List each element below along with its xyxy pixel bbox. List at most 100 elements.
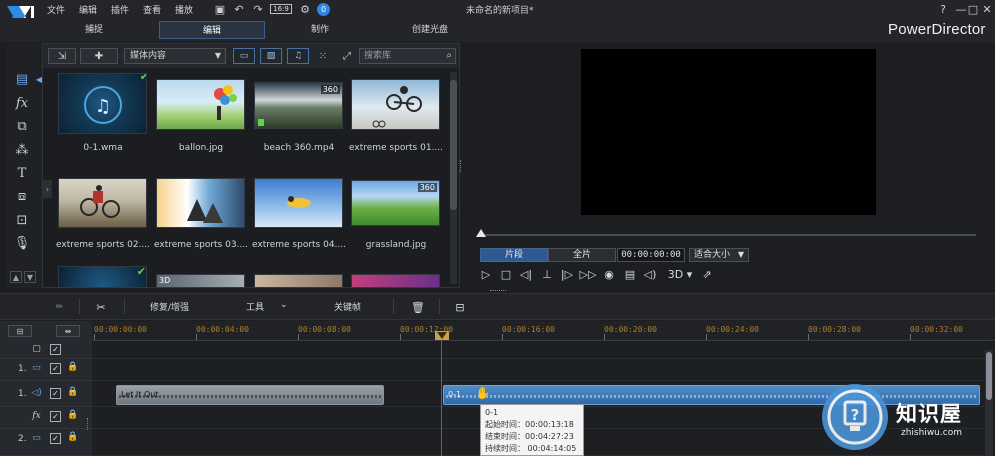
volume-icon[interactable]: ◁) bbox=[642, 266, 658, 282]
subtitle-icon[interactable]: ▤ bbox=[622, 266, 638, 282]
notification-badge[interactable]: 0 bbox=[317, 3, 330, 16]
thumb-beach-360[interactable]: 360 bbox=[254, 82, 343, 129]
filter-video-icon[interactable]: ▭ bbox=[233, 48, 255, 64]
playhead-handle[interactable] bbox=[435, 331, 449, 340]
preview-resize-grip[interactable] bbox=[490, 290, 506, 292]
thumb-extreme-04[interactable] bbox=[254, 178, 343, 228]
stop-icon[interactable]: □ bbox=[498, 266, 514, 282]
save-icon[interactable]: ▣ bbox=[213, 2, 227, 16]
grid-view-icon[interactable]: ⁙ bbox=[316, 49, 330, 63]
thumb-extreme-01[interactable] bbox=[351, 79, 440, 130]
clip-mode-button[interactable]: 片段 bbox=[480, 248, 548, 262]
library-scroll-thumb[interactable] bbox=[450, 80, 457, 210]
track-header-grip[interactable] bbox=[87, 418, 91, 430]
movie-mode-button[interactable]: 全片 bbox=[548, 248, 616, 262]
menu-edit[interactable]: 编辑 bbox=[79, 3, 97, 16]
tab-edit[interactable]: 编辑 bbox=[159, 21, 265, 39]
3d-mode-button[interactable]: 3D ▾ bbox=[665, 266, 695, 282]
timecode-display[interactable]: 00:00:00:00 bbox=[617, 248, 685, 262]
title-room-icon[interactable]: T bbox=[12, 163, 32, 183]
track-enable-checkbox[interactable]: ✓ bbox=[50, 411, 61, 422]
play-icon[interactable]: ▷ bbox=[478, 266, 494, 282]
lock-icon[interactable]: 🔒 bbox=[67, 362, 78, 374]
track-lane-video-1[interactable] bbox=[92, 359, 985, 381]
media-filter-select[interactable]: 媒体内容 ▼ bbox=[124, 48, 226, 64]
tab-create-disc[interactable]: 创建光盘 bbox=[390, 21, 470, 39]
tab-capture[interactable]: 捕捉 bbox=[54, 21, 134, 39]
tooltip-title: 0-1 bbox=[485, 408, 499, 417]
thumb-partial-d[interactable] bbox=[351, 274, 440, 288]
more-options-icon[interactable]: ⊟ bbox=[452, 300, 468, 314]
thumb-audio[interactable]: ♫ ✔ bbox=[58, 73, 147, 134]
track-enable-checkbox[interactable]: ✓ bbox=[50, 344, 61, 355]
thumb-grassland[interactable]: 360 bbox=[351, 180, 440, 226]
keyframe-button[interactable]: 关键帧 bbox=[334, 300, 361, 313]
split-scissors-icon[interactable]: ✂ bbox=[92, 300, 110, 314]
lock-icon[interactable]: 🔒 bbox=[67, 432, 78, 444]
track-enable-checkbox[interactable]: ✓ bbox=[50, 388, 61, 399]
clip-label: 0-1 bbox=[448, 390, 462, 399]
ripple-edit-icon[interactable]: ⇹ bbox=[50, 300, 68, 314]
badge-360: 360 bbox=[320, 85, 340, 94]
audio-clip-let-it-out[interactable]: Let It Out bbox=[116, 385, 384, 405]
library-search-input[interactable]: 搜索库 ⌕ bbox=[359, 48, 456, 64]
fix-enhance-button[interactable]: 修复/增强 bbox=[150, 300, 189, 313]
snapshot-camera-icon[interactable]: ◉ bbox=[601, 266, 617, 282]
delete-trash-icon[interactable]: 🗑 bbox=[410, 300, 426, 314]
help-icon[interactable]: ? bbox=[935, 1, 951, 17]
track-enable-checkbox[interactable]: ✓ bbox=[50, 433, 61, 444]
thumb-extreme-02[interactable] bbox=[58, 178, 147, 228]
settings-icon[interactable]: ⚙ bbox=[298, 2, 312, 16]
particle-room-icon[interactable]: ⁂ bbox=[12, 140, 32, 160]
fx-room-icon[interactable]: fx bbox=[12, 93, 32, 113]
lock-icon[interactable]: 🔒 bbox=[67, 410, 78, 422]
thumb-partial-3d[interactable]: 3D bbox=[156, 274, 245, 288]
thumb-balloon[interactable] bbox=[156, 79, 245, 130]
next-frame-icon[interactable]: |▷ bbox=[559, 266, 575, 282]
thumb-partial-c[interactable] bbox=[254, 274, 343, 288]
lock-icon[interactable]: 🔒 bbox=[67, 387, 78, 399]
aspect-ratio-button[interactable]: 16:9 bbox=[270, 4, 292, 14]
menu-playback[interactable]: 播放 bbox=[175, 3, 193, 16]
tab-produce[interactable]: 制作 bbox=[280, 21, 360, 39]
media-room-icon[interactable]: ▤ bbox=[12, 69, 32, 89]
voiceover-room-icon[interactable]: 🎙 bbox=[12, 233, 32, 253]
undock-preview-icon[interactable]: ⇗ bbox=[699, 266, 715, 282]
rail-down-icon[interactable]: ▼ bbox=[24, 271, 36, 283]
menu-view[interactable]: 查看 bbox=[143, 3, 161, 16]
tools-button[interactable]: 工具 bbox=[246, 300, 264, 313]
transition-room-icon[interactable]: ⧈ bbox=[12, 186, 32, 206]
import-media-icon[interactable]: ⇲ bbox=[48, 48, 76, 64]
track-manager-icon[interactable]: ⊟ bbox=[8, 325, 32, 337]
filter-image-icon[interactable]: ▨ bbox=[260, 48, 282, 64]
chevron-down-icon[interactable]: ⌄ bbox=[280, 300, 288, 310]
panel-splitter-grip[interactable] bbox=[460, 160, 463, 172]
preview-scrub-handle[interactable] bbox=[476, 229, 486, 237]
expand-panel-icon[interactable]: › bbox=[43, 180, 52, 198]
thumb-partial-audio[interactable]: ✔ bbox=[58, 266, 147, 288]
fit-timeline-icon[interactable]: ⇹ bbox=[56, 325, 80, 337]
zoom-fit-select[interactable]: 适合大小 ▼ bbox=[689, 248, 749, 262]
plugin-puzzle-icon[interactable]: ✚ bbox=[80, 48, 118, 64]
track-lane[interactable] bbox=[92, 341, 985, 359]
filter-audio-icon[interactable]: ♫ bbox=[287, 48, 309, 64]
timeline-scroll-thumb[interactable] bbox=[986, 352, 992, 400]
close-button[interactable]: ✕ bbox=[979, 1, 995, 17]
redo-icon[interactable]: ↷ bbox=[251, 2, 265, 16]
thumb-extreme-03[interactable] bbox=[156, 178, 245, 228]
chevron-down-icon: ▼ bbox=[214, 51, 221, 60]
subtitle-room-icon[interactable]: ⊡ bbox=[12, 210, 32, 230]
undo-icon[interactable]: ↶ bbox=[232, 2, 246, 16]
track-enable-checkbox[interactable]: ✓ bbox=[50, 363, 61, 374]
menu-plugins[interactable]: 插件 bbox=[111, 3, 129, 16]
rail-up-icon[interactable]: ▲ bbox=[10, 271, 22, 283]
menu-file[interactable]: 文件 bbox=[47, 3, 65, 16]
fast-forward-icon[interactable]: ▷▷ bbox=[580, 266, 597, 282]
resize-view-icon[interactable]: ⤢ bbox=[340, 49, 354, 63]
tab-bar bbox=[0, 18, 995, 42]
pip-room-icon[interactable]: ⧉ bbox=[12, 116, 32, 136]
previous-frame-icon[interactable]: ◁| bbox=[518, 266, 534, 282]
split-frame-icon[interactable]: ⊥ bbox=[539, 266, 555, 282]
preview-scrub-track[interactable] bbox=[480, 234, 976, 236]
video-track-icon: ▭ bbox=[32, 363, 41, 373]
